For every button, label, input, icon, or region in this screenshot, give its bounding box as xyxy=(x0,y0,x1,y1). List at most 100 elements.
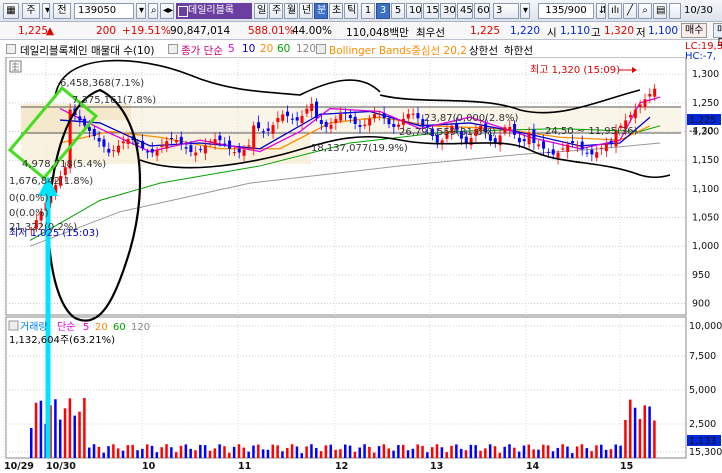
volume-profile-label[interactable]: 데일리블록체인 매물대 수(10) xyxy=(20,43,155,58)
max-price-label: 최고 1,320 (15:09) xyxy=(530,64,620,76)
x-tick-label: 13 xyxy=(430,461,443,472)
volume-bar xyxy=(344,444,347,458)
period-week[interactable]: 주 xyxy=(269,3,283,19)
volume-bar xyxy=(116,448,120,458)
checkbox-icon[interactable] xyxy=(669,3,681,19)
volume-bar xyxy=(633,407,637,458)
interval-3[interactable]: 3 xyxy=(376,3,390,19)
volume-tick-label: 10,000 xyxy=(689,321,722,332)
high-price: 1,320 xyxy=(604,25,635,37)
chart-type-icon[interactable]: ılı xyxy=(608,3,622,19)
period-minute[interactable]: 분 xyxy=(314,3,328,19)
sell-button[interactable]: 매도 xyxy=(713,23,722,49)
volume-bar xyxy=(131,444,134,458)
vol-ma20: 20 xyxy=(95,322,108,333)
volume-bar xyxy=(435,444,439,458)
legend-box-icon[interactable] xyxy=(6,44,16,54)
period-second[interactable]: 초 xyxy=(329,3,343,19)
candle-body xyxy=(532,129,536,144)
interval-1[interactable]: 1 xyxy=(361,3,375,19)
prev-stock-icon[interactable]: ◂▸ xyxy=(160,3,174,19)
volume-bar xyxy=(551,451,555,458)
vp-label: 0(0.0%) xyxy=(9,193,49,204)
legend-box-icon[interactable] xyxy=(8,320,19,331)
volume-bar xyxy=(561,444,564,458)
volume-bar xyxy=(484,448,487,458)
candle-body xyxy=(271,125,275,134)
vp-label: 21,322(0.2%) xyxy=(9,222,77,233)
candle-body xyxy=(604,144,608,152)
volume-value: 90,847,014 xyxy=(170,25,231,37)
volume-bar xyxy=(411,448,415,458)
interval-60[interactable]: 60 xyxy=(474,3,490,19)
candle-body xyxy=(416,113,420,119)
stock-code-input[interactable]: 139050 xyxy=(74,3,134,19)
period-year[interactable]: 년 xyxy=(299,3,313,19)
interval-30[interactable]: 30 xyxy=(440,3,456,19)
interval-45[interactable]: 45 xyxy=(457,3,473,19)
ma-label[interactable]: 종가 단순 xyxy=(181,43,223,58)
interval-5[interactable]: 5 xyxy=(391,3,405,19)
volume-bar xyxy=(416,444,419,458)
volume-bar xyxy=(585,448,589,458)
volume-bar xyxy=(648,406,651,458)
volume-bar xyxy=(508,444,511,458)
volume-bar xyxy=(546,445,550,458)
volume-bar xyxy=(39,400,43,458)
code-dropdown-icon[interactable]: ▾ xyxy=(136,3,146,19)
volume-bar xyxy=(455,444,458,458)
bb-label[interactable]: Bollinger Bands중심선 20,2 xyxy=(329,43,467,58)
legend-box-icon[interactable] xyxy=(168,44,178,54)
search-icon[interactable]: ⌕ xyxy=(148,3,158,19)
volume-bar xyxy=(459,448,463,458)
count-dropdown-icon[interactable]: ▾ xyxy=(520,3,530,19)
volume-bar xyxy=(276,445,279,458)
volume-bar xyxy=(155,452,159,458)
interval-10[interactable]: 10 xyxy=(406,3,422,19)
vp-label: 1,676,842(1.8%) xyxy=(9,176,93,187)
volume-bar xyxy=(218,444,221,458)
period-month[interactable]: 월 xyxy=(284,3,298,19)
interval-15[interactable]: 15 xyxy=(423,3,439,19)
buy-button[interactable]: 매수 xyxy=(681,23,708,38)
volume-bar xyxy=(30,428,33,458)
volume-bar xyxy=(78,411,81,458)
candle-body xyxy=(252,125,256,149)
ma10-label: 10 xyxy=(242,43,256,55)
scroll-arrows-icon[interactable]: ⇵ xyxy=(596,3,606,19)
volume-bar xyxy=(305,446,308,458)
high-label: 고 xyxy=(591,27,601,39)
period-day[interactable]: 일 xyxy=(254,3,268,19)
candle-body xyxy=(310,103,314,112)
candle-body xyxy=(566,144,570,152)
candle-body xyxy=(513,123,517,135)
volume-bar xyxy=(493,446,497,458)
volume-bar xyxy=(247,451,250,458)
candle-body xyxy=(363,124,367,127)
jeon-button[interactable]: 전 xyxy=(53,3,71,19)
candle-body xyxy=(208,141,212,143)
grid-icon[interactable]: ▦ xyxy=(3,3,19,19)
save-icon[interactable]: ▤ xyxy=(653,3,667,19)
x-tick-label: 10 xyxy=(142,461,156,472)
period-tick[interactable]: 틱 xyxy=(344,3,358,19)
market-select[interactable]: 주 xyxy=(22,3,40,19)
count-select[interactable]: 3 xyxy=(493,3,519,19)
candle-body xyxy=(315,101,319,118)
market-dropdown-icon[interactable]: ▾ xyxy=(42,3,50,19)
price-chart[interactable]: 1,3001,2501,2001,1501,1001,0501,00095090… xyxy=(0,57,722,473)
candle-body xyxy=(83,118,87,126)
candle-body xyxy=(87,127,91,131)
ma20-label: 20 xyxy=(260,43,274,55)
x-tick-label: 14 xyxy=(526,461,540,472)
candle-body xyxy=(648,93,652,97)
candle-body xyxy=(107,148,111,153)
bb-upper-label: 상한선 xyxy=(469,45,498,57)
volume-bar xyxy=(266,449,270,458)
volume-bar xyxy=(150,445,154,458)
zoom-icon[interactable]: ⌕ xyxy=(638,3,652,19)
trend-line-icon[interactable]: ╱ xyxy=(623,3,637,19)
candle-body xyxy=(595,152,599,158)
legend-box-icon[interactable] xyxy=(316,44,326,54)
volume-bar xyxy=(353,451,357,458)
